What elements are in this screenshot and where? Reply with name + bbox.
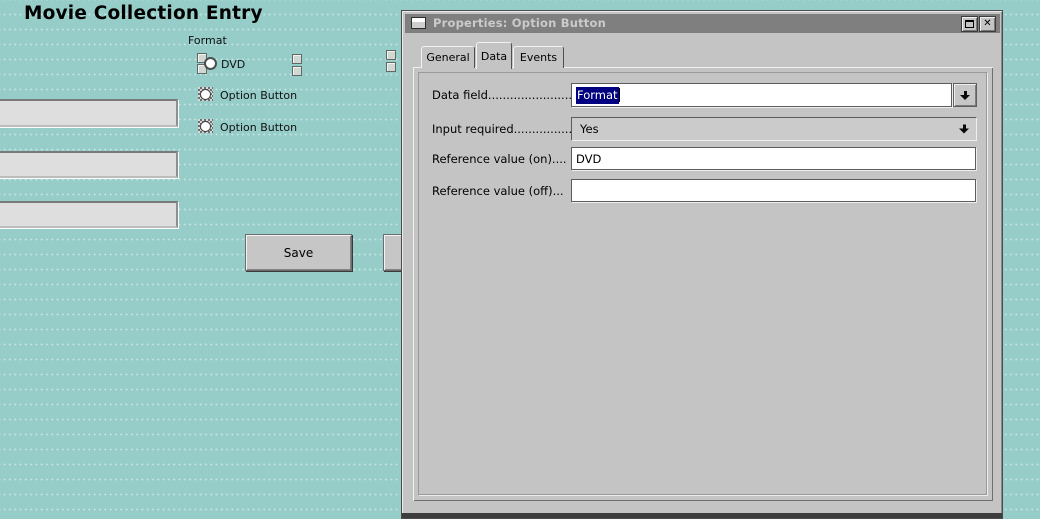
maximize-button[interactable] bbox=[961, 16, 978, 32]
option-radio-button[interactable] bbox=[198, 87, 213, 101]
tab-events-label: Events bbox=[520, 51, 557, 64]
data-field-value: Format bbox=[576, 87, 619, 104]
tab-general[interactable]: General bbox=[421, 46, 475, 68]
input-required-label: Input required................. bbox=[432, 122, 576, 136]
text-caret bbox=[619, 88, 620, 102]
selection-handle[interactable] bbox=[386, 50, 396, 60]
reference-off-label: Reference value (off)... bbox=[432, 184, 564, 198]
dialog-titlebar[interactable]: Properties: Option Button bbox=[405, 14, 1000, 33]
data-field-label: Data field........................ bbox=[432, 88, 576, 102]
form-designer-canvas: Movie Collection Entry Format DVD Option… bbox=[0, 0, 1040, 519]
input-required-dropdown[interactable]: Yes bbox=[571, 117, 977, 141]
data-tab-panel: Data field........................ Forma… bbox=[413, 67, 993, 501]
format-label: Format bbox=[188, 34, 227, 47]
properties-dialog: Properties: Option Button ✕ General Data… bbox=[401, 10, 1003, 519]
dialog-bottom-border bbox=[402, 513, 1002, 518]
radio-circle-icon bbox=[200, 89, 211, 100]
selection-handle[interactable] bbox=[292, 66, 302, 76]
dropdown-arrow-icon bbox=[959, 125, 969, 134]
input-required-value: Yes bbox=[580, 122, 599, 136]
option-radio-label: Option Button bbox=[220, 89, 297, 102]
dropdown-arrow-icon bbox=[960, 91, 970, 100]
tab-general-label: General bbox=[426, 51, 469, 64]
reference-off-input[interactable] bbox=[571, 179, 976, 202]
form-text-field[interactable] bbox=[0, 99, 178, 127]
option-radio-button[interactable] bbox=[198, 119, 213, 133]
dialog-title: Properties: Option Button bbox=[433, 16, 606, 30]
close-icon: ✕ bbox=[983, 19, 991, 29]
dvd-radio-label: DVD bbox=[221, 58, 245, 71]
data-field-combobox[interactable]: Format bbox=[571, 83, 952, 107]
selection-handle[interactable] bbox=[386, 62, 396, 72]
selection-handle[interactable] bbox=[292, 54, 302, 64]
close-button[interactable]: ✕ bbox=[979, 16, 996, 32]
tab-data[interactable]: Data bbox=[476, 42, 512, 69]
save-button[interactable]: Save bbox=[245, 234, 352, 271]
tab-data-label: Data bbox=[481, 50, 507, 63]
option-radio-label: Option Button bbox=[220, 121, 297, 134]
maximize-icon bbox=[965, 20, 974, 28]
data-field-dropdown-button[interactable] bbox=[953, 83, 977, 107]
reference-on-input[interactable]: DVD bbox=[571, 147, 976, 170]
form-text-field[interactable] bbox=[0, 201, 178, 228]
dvd-radio-button[interactable] bbox=[204, 57, 217, 70]
form-title: Movie Collection Entry bbox=[24, 3, 263, 24]
radio-circle-icon bbox=[200, 121, 211, 132]
reference-on-value: DVD bbox=[576, 152, 601, 166]
save-button-label: Save bbox=[284, 246, 313, 260]
reference-on-label: Reference value (on).... bbox=[432, 152, 567, 166]
tab-events[interactable]: Events bbox=[513, 46, 564, 68]
form-text-field[interactable] bbox=[0, 151, 178, 178]
window-icon bbox=[411, 17, 426, 29]
